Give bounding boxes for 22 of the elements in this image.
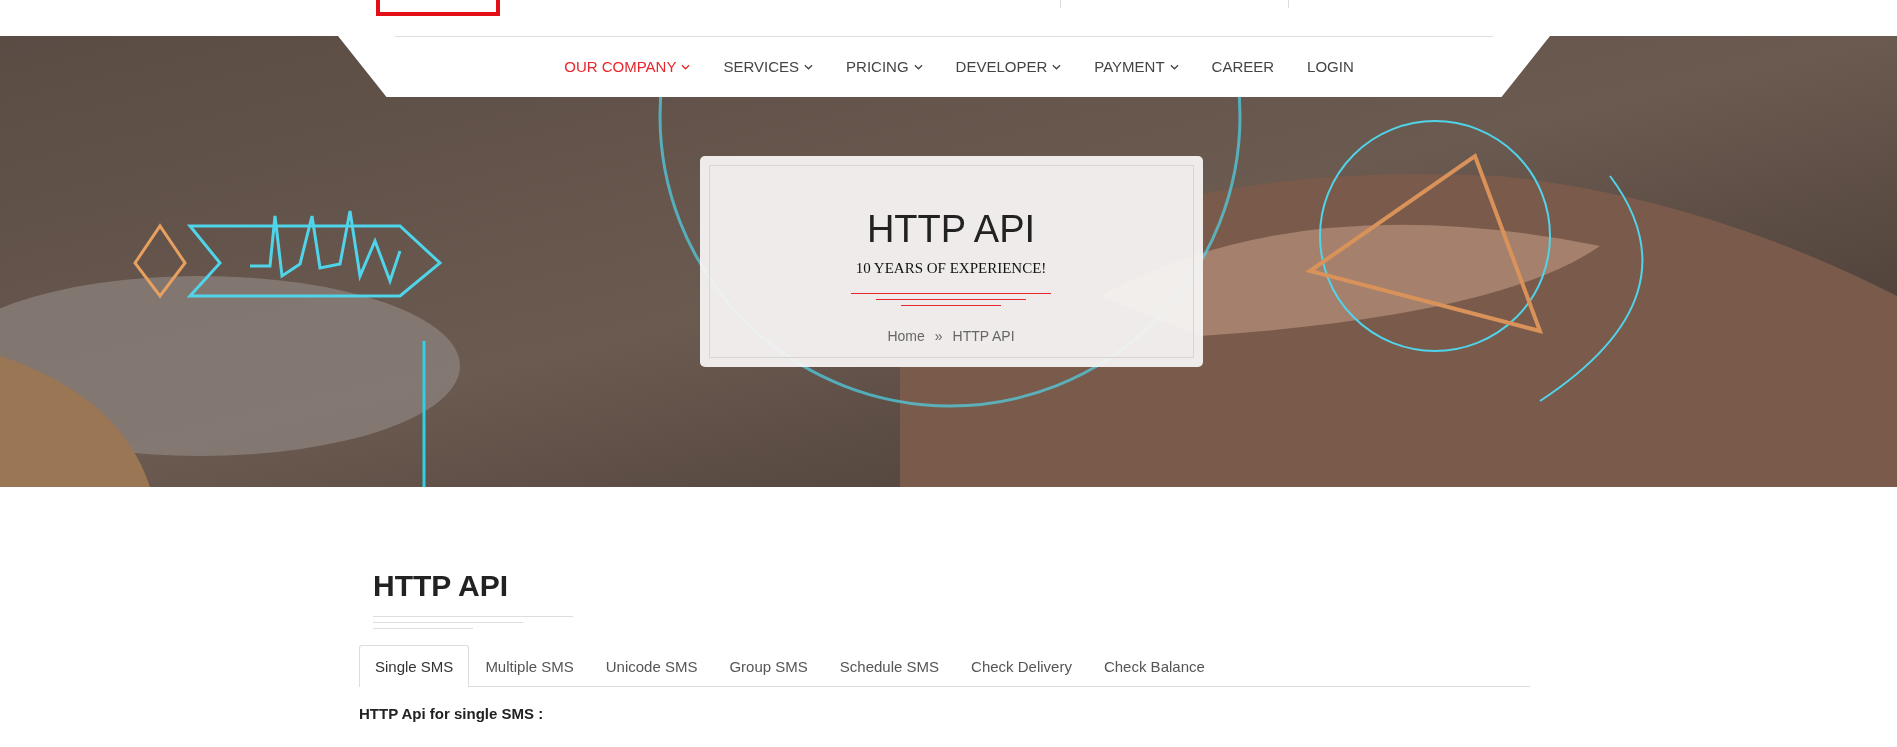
tab[interactable]: Unicode SMS — [589, 645, 714, 687]
content-heading: HTTP Api for single SMS : — [359, 705, 545, 722]
tab[interactable]: Group SMS — [713, 645, 824, 687]
nav-link[interactable]: PRICING — [846, 58, 923, 75]
tab[interactable]: Check Delivery — [955, 645, 1088, 687]
tab[interactable]: Multiple SMS — [469, 645, 590, 687]
nav-link[interactable]: CAREER — [1211, 58, 1275, 75]
tab[interactable]: Check Balance — [1087, 645, 1221, 687]
nav-link[interactable]: PAYMENT — [1094, 58, 1179, 75]
breadcrumb-separator: » — [934, 328, 943, 344]
breadcrumb-current: HTTP API — [952, 328, 1015, 344]
nav-link[interactable]: SERVICES — [723, 58, 814, 75]
page-title: HTTP API — [866, 210, 1036, 248]
nav-link[interactable]: LOGIN — [1307, 58, 1354, 75]
page-subtitle: 10 YEARS OF EXPERIENCE! — [855, 260, 1047, 277]
section-title: HTTP API — [373, 569, 509, 602]
tab[interactable]: Single SMS — [359, 645, 470, 687]
nav-link[interactable]: OUR COMPANY — [564, 58, 691, 75]
breadcrumb-link[interactable]: Home — [887, 328, 925, 344]
nav-link[interactable]: DEVELOPER — [955, 58, 1062, 75]
tab[interactable]: Schedule SMS — [823, 645, 956, 687]
logo-icon[interactable] — [376, 0, 500, 16]
